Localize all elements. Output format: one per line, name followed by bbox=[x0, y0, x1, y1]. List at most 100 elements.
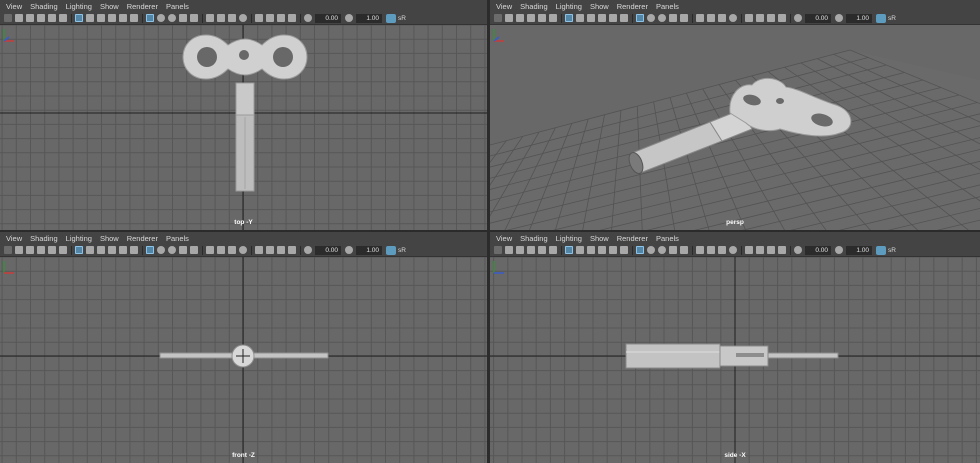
texture-icon[interactable] bbox=[669, 14, 677, 22]
menu-lighting[interactable]: Lighting bbox=[556, 234, 582, 243]
grid-icon[interactable] bbox=[494, 14, 502, 22]
shaded-icon[interactable] bbox=[516, 246, 524, 254]
grid-icon[interactable] bbox=[609, 14, 617, 22]
menu-view[interactable]: View bbox=[496, 234, 512, 243]
texture-icon[interactable] bbox=[59, 246, 67, 254]
gamma-icon[interactable] bbox=[217, 14, 225, 22]
isolate-icon[interactable] bbox=[75, 246, 83, 254]
light-icon[interactable] bbox=[778, 246, 786, 254]
camera-icon[interactable] bbox=[620, 246, 628, 254]
texture-icon[interactable] bbox=[59, 14, 67, 22]
grid-icon[interactable] bbox=[4, 14, 12, 22]
exposure-icon[interactable] bbox=[206, 14, 214, 22]
gamma-icon[interactable] bbox=[587, 14, 595, 22]
texture-icon[interactable] bbox=[549, 14, 557, 22]
exposure-icon[interactable] bbox=[576, 246, 584, 254]
camera-icon[interactable] bbox=[620, 14, 628, 22]
colorspace-icon[interactable] bbox=[718, 14, 726, 22]
shaded-icon[interactable] bbox=[266, 246, 274, 254]
menu-panels[interactable]: Panels bbox=[166, 234, 189, 243]
menu-show[interactable]: Show bbox=[100, 234, 119, 243]
gamma-icon[interactable] bbox=[707, 14, 715, 22]
isolate-icon[interactable] bbox=[190, 246, 198, 254]
colorspace-icon[interactable] bbox=[228, 14, 236, 22]
wireframe-icon[interactable] bbox=[157, 14, 165, 22]
shaded-icon[interactable] bbox=[146, 246, 154, 254]
wireframe-icon[interactable] bbox=[527, 246, 535, 254]
menu-show[interactable]: Show bbox=[100, 2, 119, 11]
colorspace-icon[interactable] bbox=[876, 245, 886, 255]
menu-lighting[interactable]: Lighting bbox=[66, 2, 92, 11]
camera-icon[interactable] bbox=[255, 246, 263, 254]
viewport-canvas[interactable]: persp bbox=[490, 25, 980, 230]
gamma-field[interactable]: 1.00 bbox=[846, 245, 872, 255]
viewport-canvas[interactable]: front -Z bbox=[0, 257, 487, 463]
gamma-field[interactable]: 1.00 bbox=[356, 245, 382, 255]
light-icon[interactable] bbox=[48, 246, 56, 254]
exposure-field[interactable]: 0.00 bbox=[315, 13, 341, 23]
viewport-panel-persp[interactable]: View Shading Lighting Show Renderer Pane… bbox=[490, 0, 980, 230]
isolate-icon[interactable] bbox=[680, 246, 688, 254]
menu-renderer[interactable]: Renderer bbox=[617, 234, 648, 243]
menu-view[interactable]: View bbox=[6, 2, 22, 11]
camera-icon[interactable] bbox=[15, 246, 23, 254]
wireframe-icon[interactable] bbox=[277, 14, 285, 22]
gamma-icon[interactable] bbox=[345, 246, 353, 254]
gamma-icon[interactable] bbox=[97, 14, 105, 22]
colorspace-icon[interactable] bbox=[108, 246, 116, 254]
gamma-icon[interactable] bbox=[835, 14, 843, 22]
camera-icon[interactable] bbox=[130, 14, 138, 22]
colorspace-icon[interactable] bbox=[386, 245, 396, 255]
camera-icon[interactable] bbox=[15, 14, 23, 22]
grid-icon[interactable] bbox=[729, 14, 737, 22]
grid-icon[interactable] bbox=[239, 246, 247, 254]
grid-icon[interactable] bbox=[119, 246, 127, 254]
shaded-icon[interactable] bbox=[146, 14, 154, 22]
menu-shading[interactable]: Shading bbox=[520, 234, 548, 243]
exposure-icon[interactable] bbox=[206, 246, 214, 254]
grid-icon[interactable] bbox=[119, 14, 127, 22]
camera-icon[interactable] bbox=[505, 14, 513, 22]
light-icon[interactable] bbox=[538, 14, 546, 22]
shaded-icon[interactable] bbox=[636, 14, 644, 22]
wireframe-icon[interactable] bbox=[37, 246, 45, 254]
menu-lighting[interactable]: Lighting bbox=[556, 2, 582, 11]
exposure-field[interactable]: 0.00 bbox=[315, 245, 341, 255]
menu-panels[interactable]: Panels bbox=[166, 2, 189, 11]
menu-renderer[interactable]: Renderer bbox=[127, 2, 158, 11]
texture-icon[interactable] bbox=[549, 246, 557, 254]
viewport-panel-side[interactable]: View Shading Lighting Show Renderer Pane… bbox=[490, 232, 980, 463]
isolate-icon[interactable] bbox=[565, 246, 573, 254]
texture-icon[interactable] bbox=[179, 14, 187, 22]
shaded-icon[interactable] bbox=[26, 246, 34, 254]
colorspace-icon[interactable] bbox=[386, 13, 396, 23]
colorspace-icon[interactable] bbox=[598, 14, 606, 22]
shaded-icon[interactable] bbox=[516, 14, 524, 22]
texture-icon[interactable] bbox=[304, 246, 312, 254]
light-icon[interactable] bbox=[778, 14, 786, 22]
camera-icon[interactable] bbox=[255, 14, 263, 22]
wireframe-icon[interactable] bbox=[277, 246, 285, 254]
texture-icon[interactable] bbox=[794, 14, 802, 22]
light-icon[interactable] bbox=[48, 14, 56, 22]
menu-renderer[interactable]: Renderer bbox=[617, 2, 648, 11]
menu-view[interactable]: View bbox=[496, 2, 512, 11]
exposure-icon[interactable] bbox=[696, 14, 704, 22]
gamma-icon[interactable] bbox=[707, 246, 715, 254]
viewport-canvas[interactable]: top -Y bbox=[0, 25, 487, 230]
exposure-icon[interactable] bbox=[696, 246, 704, 254]
camera-icon[interactable] bbox=[745, 246, 753, 254]
menu-renderer[interactable]: Renderer bbox=[127, 234, 158, 243]
gamma-field[interactable]: 1.00 bbox=[356, 13, 382, 23]
shaded-icon[interactable] bbox=[26, 14, 34, 22]
texture-icon[interactable] bbox=[179, 246, 187, 254]
gamma-field[interactable]: 1.00 bbox=[846, 13, 872, 23]
colorspace-icon[interactable] bbox=[108, 14, 116, 22]
texture-icon[interactable] bbox=[794, 246, 802, 254]
colorspace-icon[interactable] bbox=[598, 246, 606, 254]
wireframe-icon[interactable] bbox=[37, 14, 45, 22]
light-icon[interactable] bbox=[168, 246, 176, 254]
camera-icon[interactable] bbox=[130, 246, 138, 254]
isolate-icon[interactable] bbox=[565, 14, 573, 22]
camera-icon[interactable] bbox=[505, 246, 513, 254]
